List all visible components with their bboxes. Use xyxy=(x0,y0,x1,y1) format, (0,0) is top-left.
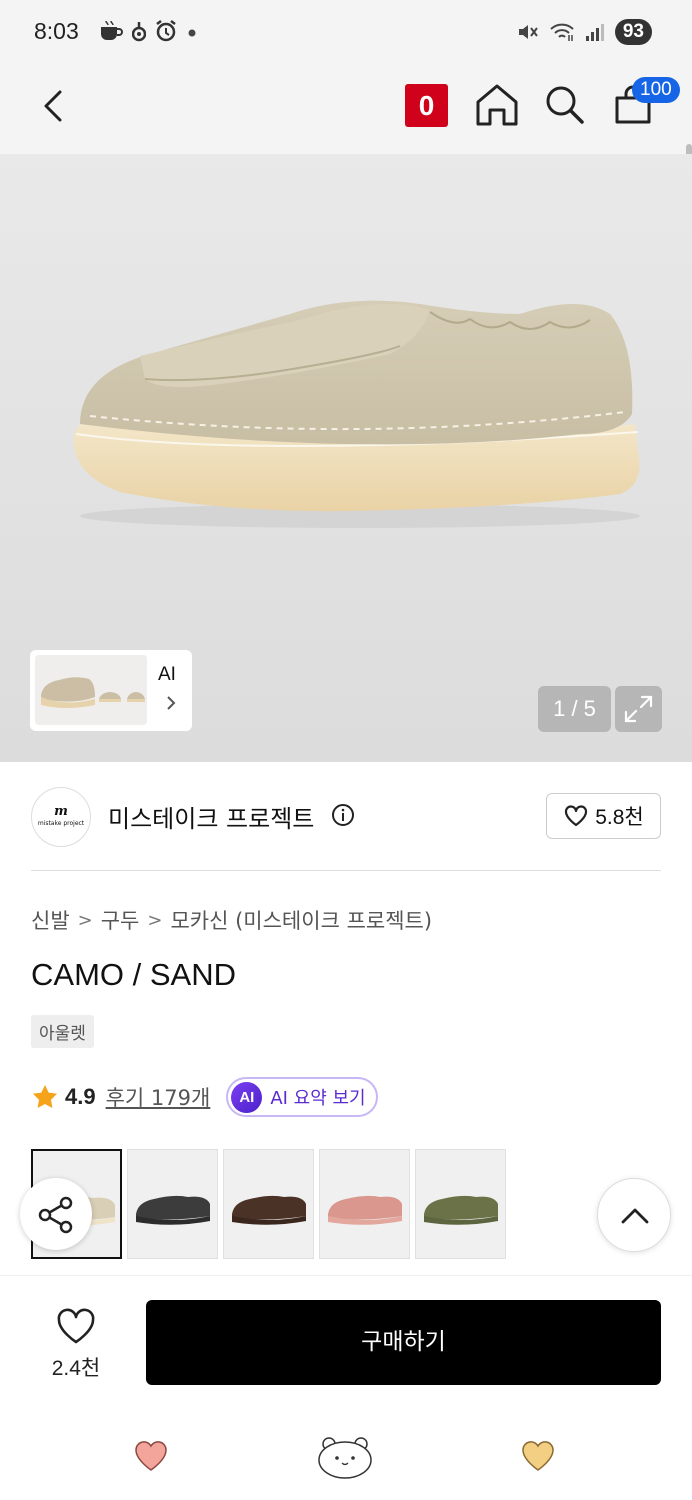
battery-level: 93 xyxy=(614,19,652,45)
color-swatches xyxy=(31,1149,506,1259)
dot-icon xyxy=(188,29,196,37)
outlet-tag: 아울렛 xyxy=(31,1015,94,1048)
red-badge-button[interactable]: 0 xyxy=(405,84,448,127)
color-swatch-brown[interactable] xyxy=(223,1149,314,1259)
brand-like-button[interactable]: 5.8천 xyxy=(546,793,661,839)
search-icon xyxy=(546,86,584,124)
chevron-up-icon xyxy=(621,1208,649,1224)
ai-summary-button[interactable]: AI AI 요약 보기 xyxy=(226,1077,378,1117)
ai-summary-label: AI 요약 보기 xyxy=(270,1088,366,1109)
bear-face-icon[interactable] xyxy=(316,1432,374,1480)
buy-button[interactable]: 구매하기 xyxy=(146,1300,661,1385)
ai-label: AI xyxy=(158,664,176,685)
alarm-icon xyxy=(156,20,176,42)
chevron-right-icon: > xyxy=(77,909,93,931)
breadcrumb-item[interactable]: 신발 xyxy=(31,905,70,935)
product-title: CAMO / SAND xyxy=(31,957,236,992)
status-time: 8:03 xyxy=(34,18,79,44)
share-button[interactable] xyxy=(20,1178,92,1250)
expand-icon xyxy=(624,695,653,723)
brand-name[interactable]: 미스테이크 프로젝트 xyxy=(108,799,314,834)
wishlist-count: 2.4천 xyxy=(51,1357,101,1380)
color-swatch-olive[interactable] xyxy=(415,1149,506,1259)
ai-thumbnail-button[interactable]: AI xyxy=(30,650,192,731)
wifi-icon xyxy=(550,23,574,41)
back-icon xyxy=(44,90,62,122)
home-button[interactable] xyxy=(474,80,520,130)
status-icons-right: 93 xyxy=(517,17,652,47)
color-swatch-pink[interactable] xyxy=(319,1149,410,1259)
brand-logo-mark: m xyxy=(54,804,68,819)
brand-logo-subtext: mistake project xyxy=(37,820,85,827)
coffee-icon xyxy=(101,20,123,40)
mute-icon xyxy=(518,25,538,39)
status-icons-left xyxy=(98,16,198,46)
product-image xyxy=(73,300,640,528)
yellow-heart-icon[interactable] xyxy=(520,1438,556,1474)
rating-value: 4.9 xyxy=(65,1084,96,1109)
heart-icon xyxy=(57,1308,95,1344)
breadcrumb-item[interactable]: 구두 xyxy=(101,905,140,935)
app-header: 0 100 xyxy=(0,62,692,214)
chevron-right-icon: > xyxy=(147,909,163,931)
swatch-shoe-image xyxy=(136,1195,210,1225)
breadcrumb-item[interactable]: 모카신 (미스테이크 프로젝트) xyxy=(170,905,432,935)
cart-count-badge: 100 xyxy=(632,77,680,103)
info-icon[interactable] xyxy=(331,803,355,827)
product-image-gallery[interactable]: AI 1 / 5 xyxy=(0,154,692,762)
purchase-bar: 2.4천 구매하기 xyxy=(0,1275,692,1400)
emoji-bar xyxy=(0,1400,692,1500)
star-icon xyxy=(33,1085,57,1108)
fullscreen-button[interactable] xyxy=(615,686,662,732)
reviews-link[interactable]: 후기 179개 xyxy=(106,1082,211,1112)
rating-row: 4.9 후기 179개 AI AI 요약 보기 xyxy=(31,1077,378,1117)
heart-icon xyxy=(565,805,588,827)
ai-badge-icon: AI xyxy=(231,1081,263,1113)
swatch-shoe-image xyxy=(424,1195,498,1225)
status-bar: 8:03 93 xyxy=(0,0,692,62)
brand-logo[interactable]: m mistake project xyxy=(31,787,91,847)
color-swatch-black[interactable] xyxy=(127,1149,218,1259)
breadcrumb: 신발 > 구두 > 모카신 (미스테이크 프로젝트) xyxy=(31,905,432,935)
brand-like-count: 5.8천 xyxy=(595,806,644,829)
divider xyxy=(31,870,661,871)
back-button[interactable] xyxy=(30,82,80,132)
scroll-top-button[interactable] xyxy=(597,1178,671,1252)
swatch-shoe-image xyxy=(232,1195,306,1225)
signal-icon xyxy=(585,24,604,41)
chevron-right-icon xyxy=(167,696,176,710)
home-icon xyxy=(476,84,518,126)
swatch-shoe-image xyxy=(328,1195,402,1225)
ai-thumbnail-image xyxy=(35,655,147,725)
notification-icon xyxy=(132,22,146,42)
share-icon xyxy=(38,1196,73,1234)
wishlist-button[interactable]: 2.4천 xyxy=(40,1304,112,1384)
pink-heart-icon[interactable] xyxy=(133,1438,169,1474)
search-button[interactable] xyxy=(542,80,588,130)
image-counter: 1 / 5 xyxy=(538,686,611,732)
